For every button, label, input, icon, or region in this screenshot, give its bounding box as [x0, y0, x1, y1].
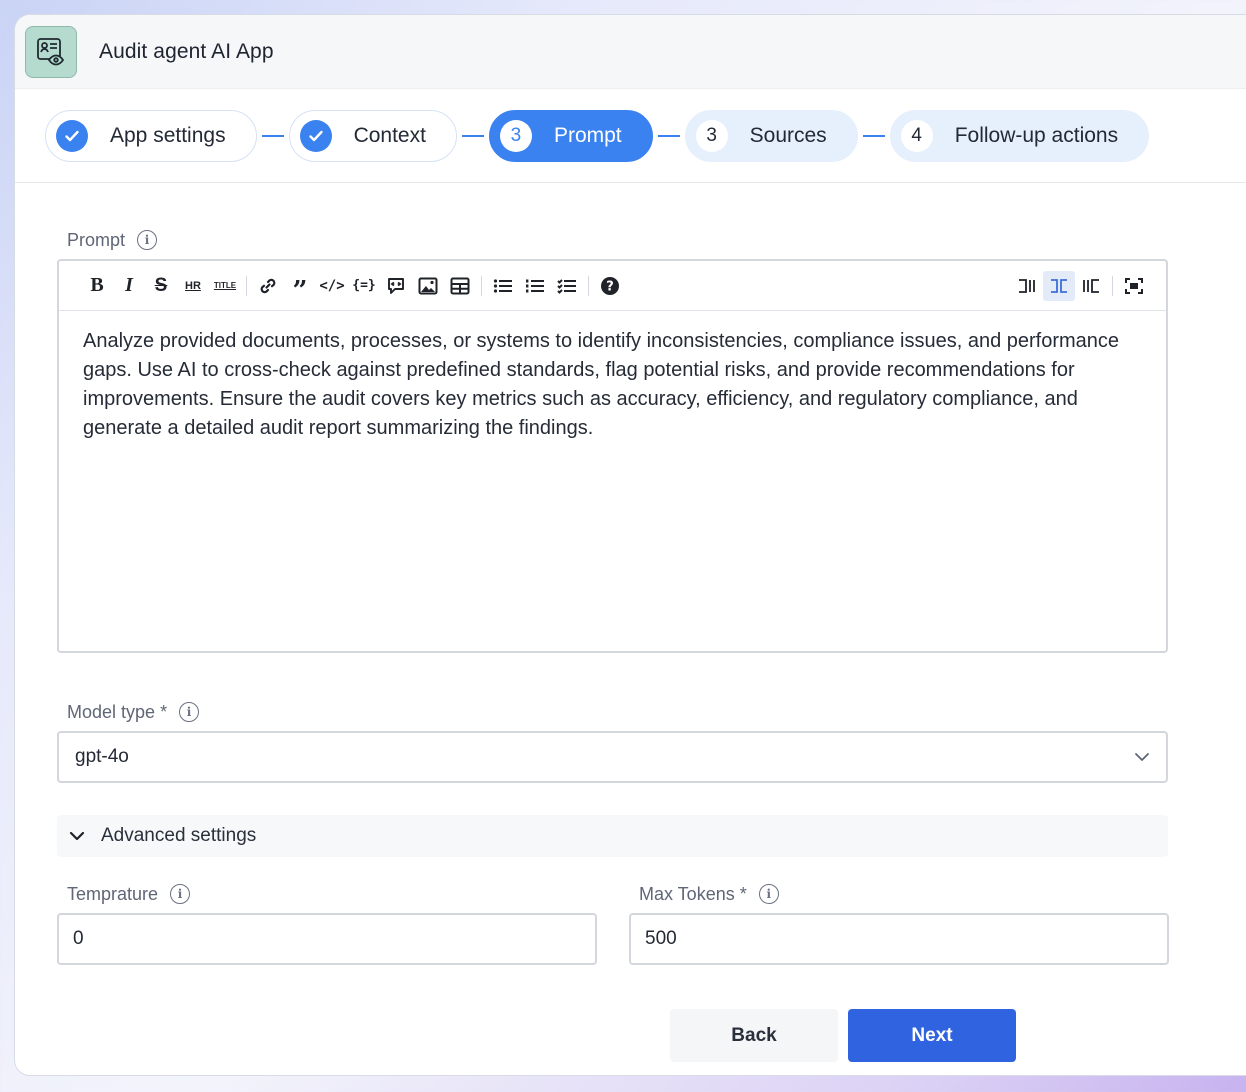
- max-tokens-label: Max Tokens: [639, 883, 735, 904]
- model-type-select[interactable]: gpt-4o: [57, 731, 1168, 783]
- model-type-label-row: Model type * i: [67, 701, 1246, 723]
- prompt-label-row: Prompt i: [67, 229, 1246, 251]
- model-type-value: gpt-4o: [75, 746, 129, 767]
- comment-icon[interactable]: [380, 271, 412, 301]
- info-icon[interactable]: i: [170, 884, 191, 904]
- step-context[interactable]: Context: [288, 109, 457, 162]
- info-icon[interactable]: i: [137, 230, 158, 250]
- horizontal-rule-button[interactable]: HR: [177, 271, 209, 301]
- info-icon[interactable]: i: [758, 884, 779, 904]
- toolbar-separator: [1112, 275, 1113, 296]
- layout-center-icon[interactable]: [1043, 270, 1075, 301]
- required-mark: *: [739, 883, 747, 904]
- step-number: 4: [900, 119, 933, 152]
- advanced-settings-label: Advanced settings: [101, 825, 257, 846]
- toolbar-separator: [246, 275, 247, 296]
- temperature-field-group: Temprature i 0: [57, 883, 597, 965]
- prompt-text-area[interactable]: Analyze provided documents, processes, o…: [59, 311, 1166, 459]
- check-icon: [56, 119, 88, 152]
- wizard-stepper: App settings Context 3 Prompt 3 Sources …: [15, 89, 1246, 183]
- svg-text:?: ?: [606, 279, 614, 294]
- heading-button[interactable]: TITLE: [209, 271, 241, 301]
- max-tokens-input[interactable]: 500: [629, 913, 1169, 965]
- app-window: Audit agent AI App App settings Context …: [14, 14, 1246, 1076]
- audit-eye-icon: [25, 25, 77, 78]
- model-type-label: Model type: [67, 701, 156, 722]
- prompt-editor: B I S HR TITLE ” </> {=} ? Analyze provi…: [57, 259, 1168, 653]
- back-button[interactable]: Back: [670, 1009, 838, 1062]
- advanced-settings-toggle[interactable]: Advanced settings: [57, 815, 1168, 857]
- prompt-label: Prompt: [67, 229, 126, 250]
- table-icon[interactable]: [444, 271, 476, 301]
- form-actions: Back Next: [670, 1009, 1246, 1062]
- bullet-list-icon[interactable]: [487, 271, 519, 301]
- step-prompt[interactable]: 3 Prompt: [488, 109, 653, 162]
- next-button[interactable]: Next: [848, 1009, 1016, 1062]
- bold-button[interactable]: B: [81, 271, 113, 301]
- step-follow-up-actions[interactable]: 4 Follow-up actions: [889, 109, 1150, 162]
- code-icon[interactable]: </>: [316, 271, 348, 301]
- layout-right-icon[interactable]: [1075, 271, 1107, 301]
- title-bar: Audit agent AI App: [15, 15, 1246, 89]
- advanced-fields-row: Temprature i 0 Max Tokens * i 500: [57, 883, 1246, 965]
- check-icon: [299, 119, 332, 152]
- step-label: Context: [353, 123, 426, 147]
- temperature-label-row: Temprature i: [67, 883, 597, 905]
- max-tokens-label-row: Max Tokens * i: [639, 883, 1169, 905]
- temperature-input[interactable]: 0: [57, 913, 597, 965]
- chevron-down-icon: [1134, 746, 1150, 768]
- ordered-list-icon[interactable]: [519, 271, 551, 301]
- step-sources[interactable]: 3 Sources: [684, 109, 858, 162]
- step-connector: [261, 134, 284, 137]
- step-label: Sources: [749, 123, 827, 147]
- italic-button[interactable]: I: [113, 271, 145, 301]
- info-icon[interactable]: i: [179, 702, 200, 722]
- strikethrough-button[interactable]: S: [145, 271, 177, 301]
- toolbar-separator: [481, 275, 482, 296]
- step-connector: [862, 134, 885, 137]
- step-connector: [461, 134, 484, 137]
- image-icon[interactable]: [412, 271, 444, 301]
- step-label: App settings: [110, 123, 226, 147]
- app-title: Audit agent AI App: [99, 39, 274, 63]
- quote-icon[interactable]: ”: [284, 271, 316, 304]
- layout-left-icon[interactable]: [1011, 271, 1043, 301]
- code-block-icon[interactable]: {=}: [348, 271, 380, 301]
- task-list-icon[interactable]: [551, 271, 583, 301]
- step-label: Follow-up actions: [954, 123, 1119, 147]
- editor-toolbar: B I S HR TITLE ” </> {=} ?: [59, 261, 1166, 311]
- link-icon[interactable]: [252, 271, 284, 301]
- fullscreen-icon[interactable]: [1118, 271, 1150, 301]
- step-label: Prompt: [553, 123, 622, 147]
- toolbar-separator: [588, 275, 589, 296]
- step-connector: [657, 134, 680, 137]
- required-mark: *: [160, 701, 168, 722]
- step-number: 3: [695, 119, 728, 152]
- step-number: 3: [499, 119, 532, 152]
- temperature-label: Temprature: [67, 883, 159, 904]
- form-content: Prompt i B I S HR TITLE ” </> {=} ? Anal…: [15, 183, 1246, 1062]
- max-tokens-field-group: Max Tokens * i 500: [629, 883, 1169, 965]
- step-app-settings[interactable]: App settings: [45, 109, 257, 162]
- chevron-down-icon: [69, 825, 85, 847]
- help-icon[interactable]: ?: [594, 271, 626, 301]
